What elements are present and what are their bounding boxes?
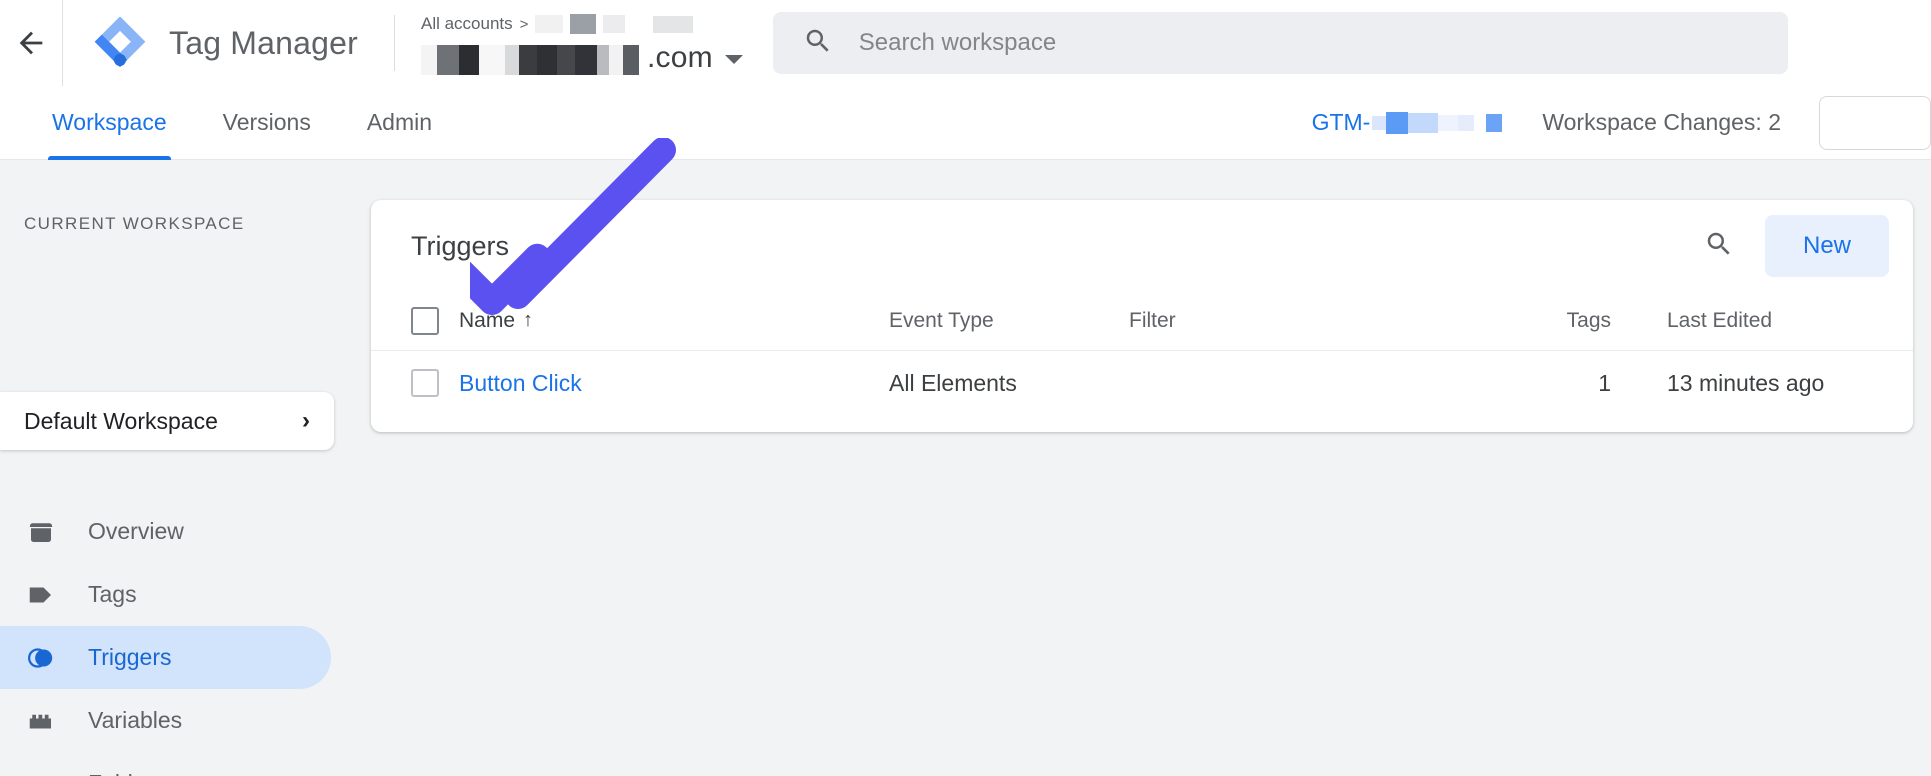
sidebar-item-tags-label: Tags (88, 581, 137, 608)
tab-workspace[interactable]: Workspace (24, 86, 195, 160)
container-name-suffix: .com (647, 41, 713, 75)
row-filter-cell (1129, 350, 1509, 416)
workspace-selector[interactable]: Default Workspace › (0, 392, 334, 450)
column-header-event-type[interactable]: Event Type (889, 292, 1129, 350)
tag-icon (24, 578, 58, 612)
breadcrumb-separator-icon: > (520, 16, 529, 33)
redacted-account-block-4 (653, 16, 693, 33)
tab-versions-label: Versions (223, 109, 311, 136)
card-header-actions: New (1691, 215, 1889, 277)
column-header-event-type-label: Event Type (889, 309, 994, 332)
preview-button[interactable] (1819, 96, 1931, 150)
chevron-right-icon: › (302, 409, 310, 433)
breadcrumb-all-accounts[interactable]: All accounts (421, 14, 513, 34)
sidebar-item-variables-label: Variables (88, 707, 182, 734)
column-header-filter-label: Filter (1129, 309, 1176, 332)
triggers-table: Name ↑ Event Type Filter Tags (371, 292, 1913, 416)
caret-down-icon[interactable] (725, 55, 743, 64)
tab-versions[interactable]: Versions (195, 86, 339, 160)
current-workspace-label: CURRENT WORKSPACE (24, 214, 245, 234)
new-trigger-button-label: New (1803, 232, 1851, 260)
row-event-type-cell: All Elements (889, 350, 1129, 416)
trigger-name-link[interactable]: Button Click (459, 370, 582, 396)
sidebar-item-overview[interactable]: Overview (0, 500, 331, 563)
search-icon (803, 26, 833, 61)
trigger-icon (24, 641, 58, 675)
tag-manager-app: Tag Manager All accounts > (0, 0, 1931, 776)
redacted-gtm-id (1372, 112, 1502, 134)
product-title: Tag Manager (169, 25, 358, 62)
column-header-name-label: Name (459, 309, 515, 333)
sidebar-item-variables[interactable]: Variables (0, 689, 331, 752)
workspace-name: Default Workspace (24, 408, 218, 435)
folder-icon (24, 767, 58, 776)
select-all-checkbox[interactable] (411, 307, 439, 335)
nav-tabs: Workspace Versions Admin (0, 86, 460, 160)
breadcrumb[interactable]: All accounts > (421, 11, 743, 37)
new-trigger-button[interactable]: New (1765, 215, 1889, 277)
variables-icon (24, 704, 58, 738)
column-header-last-edited[interactable]: Last Edited (1629, 292, 1913, 350)
select-all-cell (371, 292, 459, 350)
sidebar-item-triggers-label: Triggers (88, 644, 172, 671)
search-icon (1704, 229, 1734, 264)
workspace-changes-status: Workspace Changes: 2 (1542, 109, 1781, 136)
back-button[interactable] (0, 0, 62, 86)
row-name-cell: Button Click (459, 350, 889, 416)
column-header-last-edited-label: Last Edited (1667, 309, 1772, 332)
brand-home-link[interactable]: Tag Manager (63, 14, 358, 72)
tag-manager-logo-icon (91, 14, 149, 72)
search-placeholder: Search workspace (859, 29, 1056, 57)
overview-icon (24, 515, 58, 549)
tab-admin-label: Admin (367, 109, 432, 136)
body-area: CURRENT WORKSPACE Default Workspace › Ov… (0, 160, 1931, 776)
row-checkbox[interactable] (411, 369, 439, 397)
tab-workspace-label: Workspace (52, 109, 167, 136)
redacted-container-name (421, 39, 639, 75)
sidebar-item-triggers[interactable]: Triggers (0, 626, 331, 689)
triggers-card: Triggers New (371, 200, 1913, 432)
search-input[interactable]: Search workspace (773, 12, 1788, 74)
gtm-id-prefix: GTM- (1312, 109, 1371, 136)
table-row[interactable]: Button Click All Elements 1 13 minutes a… (371, 350, 1913, 416)
column-header-name[interactable]: Name ↑ (459, 292, 889, 350)
column-header-filter[interactable]: Filter (1129, 292, 1509, 350)
back-arrow-icon (14, 26, 48, 60)
nav-right-actions: GTM- Workspace Changes: 2 (1312, 86, 1931, 160)
sidebar-item-tags[interactable]: Tags (0, 563, 331, 626)
redacted-account-block-1 (535, 15, 563, 33)
sidebar: CURRENT WORKSPACE Default Workspace › Ov… (0, 160, 370, 776)
nav-tabs-row: Workspace Versions Admin GTM- (0, 86, 1931, 160)
sidebar-item-folders[interactable]: Folders (0, 752, 331, 776)
card-header: Triggers New (371, 200, 1913, 292)
sort-ascending-icon: ↑ (523, 309, 533, 332)
gtm-container-id[interactable]: GTM- (1312, 109, 1503, 136)
row-tags-cell: 1 (1509, 350, 1629, 416)
sidebar-nav-list: Overview Tags (0, 500, 370, 776)
sidebar-item-folders-label: Folders (88, 770, 165, 776)
redacted-account-block-3 (603, 15, 625, 33)
column-header-tags[interactable]: Tags (1509, 292, 1629, 350)
tab-admin[interactable]: Admin (339, 86, 460, 160)
table-header-row: Name ↑ Event Type Filter Tags (371, 292, 1913, 350)
table-header: Name ↑ Event Type Filter Tags (371, 292, 1913, 350)
row-last-edited-cell: 13 minutes ago (1629, 350, 1913, 416)
redacted-account-block-2 (570, 14, 596, 34)
card-search-button[interactable] (1691, 218, 1747, 274)
sidebar-item-overview-label: Overview (88, 518, 184, 545)
top-bar: Tag Manager All accounts > (0, 0, 1931, 86)
row-select-cell (371, 350, 459, 416)
page-title: Triggers (411, 231, 509, 262)
container-name-row[interactable]: .com (421, 37, 743, 75)
column-header-tags-label: Tags (1567, 309, 1611, 332)
table-body: Button Click All Elements 1 13 minutes a… (371, 350, 1913, 416)
account-container-selector[interactable]: All accounts > (395, 0, 743, 86)
